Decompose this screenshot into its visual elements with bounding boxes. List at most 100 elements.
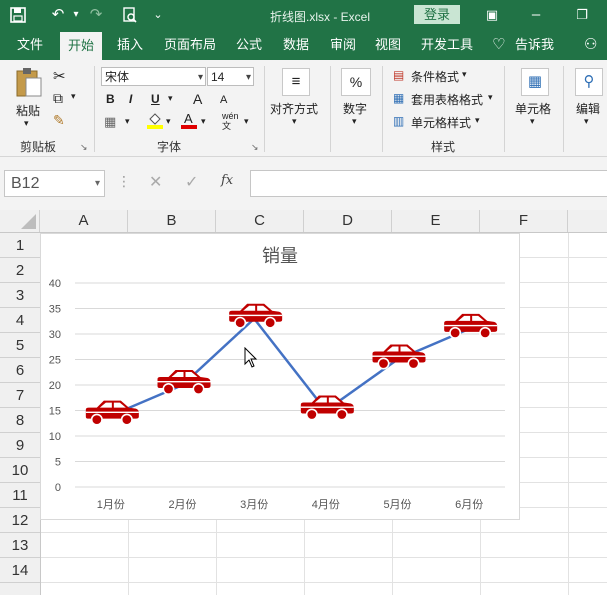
print-preview-icon[interactable] [120,5,140,25]
grow-font-button[interactable]: A [193,91,202,107]
tab-data[interactable]: 数据 [283,30,309,60]
car-icon[interactable] [229,303,283,329]
row-header[interactable]: 5 [0,333,40,358]
font-name-combo[interactable]: 宋体 ▾ [101,67,206,86]
chart-title[interactable]: 销量 [262,246,298,266]
undo-icon[interactable]: ↶ [48,5,68,25]
align-icon[interactable]: ≡ [282,68,310,96]
insert-function-button[interactable]: fx [221,173,233,188]
column-header-a[interactable]: A [40,210,128,232]
format-as-table-button[interactable]: 套用表格格式 [411,91,483,108]
row-header[interactable]: 13 [0,533,40,558]
tab-review[interactable]: 审阅 [330,30,356,60]
alignment-dropdown-icon[interactable]: ▾ [292,116,297,127]
copy-dropdown-icon[interactable]: ▾ [71,91,76,102]
lightbulb-icon[interactable]: ♡ [492,30,505,60]
phonetic-dropdown-icon[interactable]: ▾ [244,116,249,127]
car-icon[interactable] [85,400,139,426]
tab-tell-me[interactable]: 告诉我 [515,30,554,60]
font-size-combo[interactable]: 14 ▾ [207,67,254,86]
cell-styles-dropdown-icon[interactable]: ▾ [475,115,480,126]
maximize-icon[interactable]: ❐ [572,5,592,25]
format-table-dropdown-icon[interactable]: ▾ [488,92,493,103]
column-header-e[interactable]: E [392,210,480,232]
row-header[interactable]: 6 [0,358,40,383]
cells-dropdown-icon[interactable]: ▾ [530,116,535,127]
cell-styles-button[interactable]: 单元格样式 [411,114,471,131]
border-icon[interactable]: ▦ [104,114,116,130]
login-button[interactable]: 登录 [414,5,460,24]
ribbon-display-icon[interactable]: ▣ [482,5,502,25]
formula-input[interactable] [250,170,607,197]
name-box[interactable]: B12 ▾ [4,170,105,197]
clipboard-launcher-icon[interactable]: ↘ [80,142,88,153]
font-launcher-icon[interactable]: ↘ [251,142,259,153]
row-header[interactable]: 2 [0,258,40,283]
editing-dropdown-icon[interactable]: ▾ [584,116,589,127]
underline-button[interactable]: U [151,92,160,106]
save-icon[interactable] [8,5,28,25]
fill-color-dropdown-icon[interactable]: ▾ [166,116,171,127]
paste-icon[interactable] [14,66,44,101]
column-header-c[interactable]: C [216,210,304,232]
shrink-font-button[interactable]: A [220,94,227,106]
cancel-icon[interactable]: ✕ [149,172,162,192]
cells-button[interactable]: 单元格 [515,100,551,117]
row-header[interactable]: 8 [0,408,40,433]
search-icon[interactable]: ⚲ [575,68,603,96]
paste-button[interactable]: 粘贴 [16,102,40,119]
row-header[interactable]: 10 [0,458,40,483]
border-dropdown-icon[interactable]: ▾ [125,116,130,127]
tab-page-layout[interactable]: 页面布局 [164,30,216,60]
tab-home[interactable]: 开始 [60,32,103,60]
copy-icon[interactable]: ⧉ [53,90,63,107]
column-header-f[interactable]: F [480,210,568,232]
chevron-down-icon[interactable]: ▾ [95,171,100,196]
tab-view[interactable]: 视图 [375,30,401,60]
row-header[interactable]: 4 [0,308,40,333]
line-chart[interactable]: 销量 0 5 10 15 20 25 30 35 40 1月份 2月份 3月份 4月份 5月份 6月份 [41,234,519,519]
format-painter-icon[interactable]: ✎ [53,112,65,129]
cells-icon[interactable]: ▦ [521,68,549,96]
number-dropdown-icon[interactable]: ▾ [352,116,357,127]
phonetic-guide-button[interactable]: wén 文 [222,111,244,131]
car-icon[interactable] [372,344,426,370]
tab-insert[interactable]: 插入 [117,30,143,60]
number-format-button[interactable]: 数字 [343,100,367,117]
paste-dropdown-icon[interactable]: ▾ [24,118,29,129]
font-color-icon[interactable]: A [181,111,197,132]
tab-formulas[interactable]: 公式 [236,30,262,60]
tab-file[interactable]: 文件 [17,30,43,60]
undo-dropdown-icon[interactable]: ▾ [66,5,86,25]
car-icon[interactable] [300,395,354,421]
series[interactable] [85,303,498,426]
car-icon[interactable] [157,370,211,395]
conditional-format-dropdown-icon[interactable]: ▾ [462,69,467,80]
customize-toolbar-icon[interactable]: ⌄ [148,5,168,25]
percent-icon[interactable]: % [341,68,371,96]
row-header[interactable]: 9 [0,433,40,458]
editing-button[interactable]: 编辑 [576,100,600,117]
row-header[interactable]: 1 [0,233,40,258]
select-all-corner[interactable] [0,210,40,232]
row-header[interactable]: 3 [0,283,40,308]
cut-icon[interactable]: ✂ [53,67,66,85]
conditional-format-button[interactable]: 条件格式 [411,68,459,85]
row-header[interactable]: 11 [0,483,40,508]
bold-button[interactable]: B [106,92,115,106]
font-color-dropdown-icon[interactable]: ▾ [201,116,206,127]
italic-button[interactable]: I [129,92,132,106]
row-header[interactable]: 12 [0,508,40,533]
fill-color-icon[interactable] [147,111,163,132]
chart[interactable]: 销量 0 5 10 15 20 25 30 35 40 1月份 2月份 3月份 4月份 5月份 6月份 [40,233,520,520]
tab-developer[interactable]: 开发工具 [421,30,473,60]
alignment-button[interactable]: 对齐方式 [270,100,318,117]
column-header-b[interactable]: B [128,210,216,232]
enter-icon[interactable]: ✓ [185,172,198,192]
share-icon[interactable]: ⚇ [584,30,597,60]
column-header-d[interactable]: D [304,210,392,232]
row-header[interactable]: 14 [0,558,40,583]
minimize-icon[interactable]: – [526,5,546,25]
row-header[interactable]: 7 [0,383,40,408]
underline-dropdown-icon[interactable]: ▾ [168,93,173,104]
